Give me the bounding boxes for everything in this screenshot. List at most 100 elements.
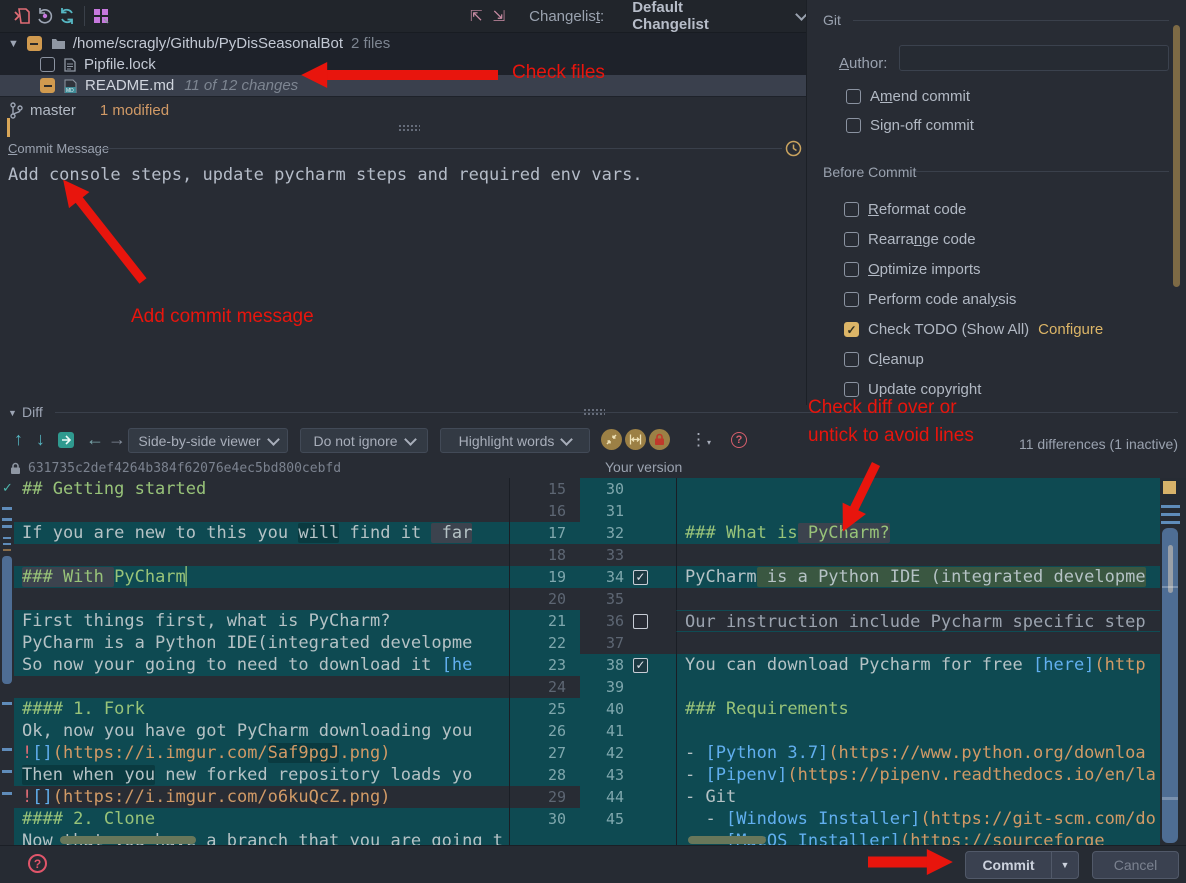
amend-checkbox[interactable] [846, 89, 861, 104]
scrollbar-square-marker[interactable] [1163, 481, 1176, 494]
diff-right-line[interactable] [676, 676, 1160, 698]
expand-all-icon[interactable]: ⇱ [470, 7, 483, 25]
author-input[interactable] [899, 45, 1169, 71]
diff-left-line[interactable] [14, 500, 510, 522]
right-hscrollbar-thumb[interactable] [688, 836, 766, 844]
viewer-mode-dropdown[interactable]: Side-by-side viewer [128, 428, 288, 453]
commit-changes-icon[interactable] [13, 7, 31, 25]
diff-left-line[interactable]: #### 2. Clone [14, 808, 510, 830]
tree-file-row-selected[interactable]: MD README.md 11 of 12 changes [0, 75, 806, 96]
diff-right-line[interactable]: PyCharm is a Python IDE (integrated deve… [676, 566, 1160, 588]
configure-link[interactable]: Configure [1038, 321, 1103, 338]
left-scrollbar-thumb[interactable] [2, 556, 12, 684]
diff-editor[interactable]: ## Getting started15301631If you are new… [0, 478, 1186, 845]
chevron-down-icon[interactable]: ▼ [8, 38, 19, 50]
diff-right-line[interactable]: Our instruction include Pycharm specific… [676, 610, 1160, 632]
diff-left-line[interactable] [14, 588, 510, 610]
changelist-dropdown-value[interactable]: Default Changelist [632, 0, 763, 33]
refresh-icon[interactable] [58, 7, 76, 25]
collapse-diff-icon[interactable]: ▼ [8, 408, 17, 418]
panel-scrollbar[interactable] [1173, 25, 1180, 287]
diff-left-line[interactable]: ![](https://i.imgur.com/o6kuQcZ.png) [14, 786, 510, 808]
jump-to-source-icon[interactable] [58, 432, 74, 448]
diff-left-line[interactable]: ### With PyCharm▏ [14, 566, 510, 588]
change-marker[interactable] [3, 537, 11, 539]
before-commit-option[interactable]: Perform code analysis [844, 291, 1016, 308]
diff-left-line[interactable] [14, 544, 510, 566]
before-commit-option[interactable]: Optimize imports [844, 261, 981, 278]
commit-message-input[interactable]: Add console steps, update pycharm steps … [8, 165, 643, 185]
diff-left-line[interactable]: PyCharm is a Python IDE(integrated devel… [14, 632, 510, 654]
diff-right-line[interactable] [676, 544, 1160, 566]
option-checkbox[interactable] [844, 262, 859, 277]
disable-editing-lock-icon[interactable] [649, 429, 670, 450]
diff-right-line[interactable]: You can download Pycharm for free [here]… [676, 654, 1160, 676]
tree-root-row[interactable]: ▼ /home/scragly/Github/PyDisSeasonalBot … [0, 33, 806, 54]
highlight-mode-dropdown[interactable]: Highlight words [440, 428, 590, 453]
change-marker[interactable] [2, 507, 12, 510]
diff-left-line[interactable]: #### 1. Fork [14, 698, 510, 720]
diff-left-line[interactable]: Ok, now you have got PyCharm downloading… [14, 720, 510, 742]
change-marker[interactable] [1161, 513, 1180, 516]
diff-right-line[interactable] [676, 632, 1160, 654]
change-marker[interactable] [2, 702, 12, 705]
diff-right-line[interactable]: ### Requirements [676, 698, 1160, 720]
diff-left-line[interactable]: ## Getting started [14, 478, 510, 500]
diff-right-line[interactable]: - [Pipenv](https://pipenv.readthedocs.io… [676, 764, 1160, 786]
diff-left-line[interactable]: So now your going to need to download it… [14, 654, 510, 676]
before-commit-option[interactable]: Update copyright [844, 381, 981, 398]
next-difference-icon[interactable]: ↓ [36, 429, 45, 450]
diff-right-line[interactable]: - [Windows Installer](https://git-scm.co… [676, 808, 1160, 830]
commit-button[interactable]: Commit ▼ [965, 851, 1079, 879]
before-commit-option[interactable]: Rearrange code [844, 231, 976, 248]
change-include-checkbox[interactable] [633, 614, 648, 629]
warning-marker[interactable] [3, 549, 11, 551]
diff-left-line[interactable] [14, 676, 510, 698]
diff-right-line[interactable] [676, 588, 1160, 610]
diff-right-line[interactable]: - Git [676, 786, 1160, 808]
option-checkbox[interactable] [844, 352, 859, 367]
option-checkbox[interactable]: ✓ [844, 322, 859, 337]
diff-left-line[interactable]: First things first, what is PyCharm? [14, 610, 510, 632]
before-commit-option[interactable]: Reformat code [844, 201, 966, 218]
change-marker[interactable] [2, 748, 12, 751]
collapse-unchanged-icon[interactable] [601, 429, 622, 450]
more-options-icon[interactable]: ⋮▾ [690, 430, 711, 450]
change-include-checkbox[interactable]: ✓ [633, 570, 648, 585]
change-include-checkbox[interactable]: ✓ [633, 658, 648, 673]
diff-left-line[interactable]: Then when you new forked repository load… [14, 764, 510, 786]
change-marker[interactable] [1161, 521, 1180, 524]
before-commit-option[interactable]: Cleanup [844, 351, 924, 368]
diff-right-scrollbar-track[interactable] [1160, 500, 1186, 522]
diff-left-line[interactable]: If you are new to this you will find it … [14, 522, 510, 544]
option-checkbox[interactable] [844, 382, 859, 397]
previous-difference-icon[interactable]: ↑ [14, 429, 23, 450]
rollback-icon[interactable] [36, 7, 54, 25]
modified-count[interactable]: 1 modified [100, 102, 169, 119]
change-marker[interactable] [2, 792, 12, 795]
diff-right-line[interactable] [676, 500, 1160, 522]
prev-change-icon[interactable]: ← [86, 429, 104, 450]
change-marker[interactable] [2, 525, 12, 528]
option-checkbox[interactable] [844, 292, 859, 307]
group-by-icon[interactable] [92, 7, 110, 25]
amend-commit-option[interactable]: Amend commit [846, 88, 970, 105]
help-icon[interactable]: ? [28, 854, 47, 873]
splitter-handle[interactable] [398, 124, 420, 131]
diff-splitter-handle[interactable] [583, 408, 605, 415]
diff-right-line[interactable] [676, 720, 1160, 742]
next-change-icon[interactable]: → [108, 429, 126, 450]
pipfile-checkbox[interactable] [40, 57, 55, 72]
change-marker[interactable] [2, 770, 12, 773]
cancel-button[interactable]: Cancel [1092, 851, 1179, 879]
left-hscrollbar-thumb[interactable] [60, 836, 196, 844]
signoff-checkbox[interactable] [846, 118, 861, 133]
before-commit-option[interactable]: ✓Check TODO (Show All)Configure [844, 321, 1103, 338]
signoff-commit-option[interactable]: Sign-off commit [846, 117, 974, 134]
branch-name[interactable]: master [30, 102, 76, 119]
synchronize-scrolling-icon[interactable] [625, 429, 646, 450]
option-checkbox[interactable] [844, 232, 859, 247]
diff-right-line[interactable]: - [Python 3.7](https://www.python.org/do… [676, 742, 1160, 764]
diff-left-line[interactable]: ![](https://i.imgur.com/Saf9pgJ.png) [14, 742, 510, 764]
diff-right-line[interactable] [676, 478, 1160, 500]
